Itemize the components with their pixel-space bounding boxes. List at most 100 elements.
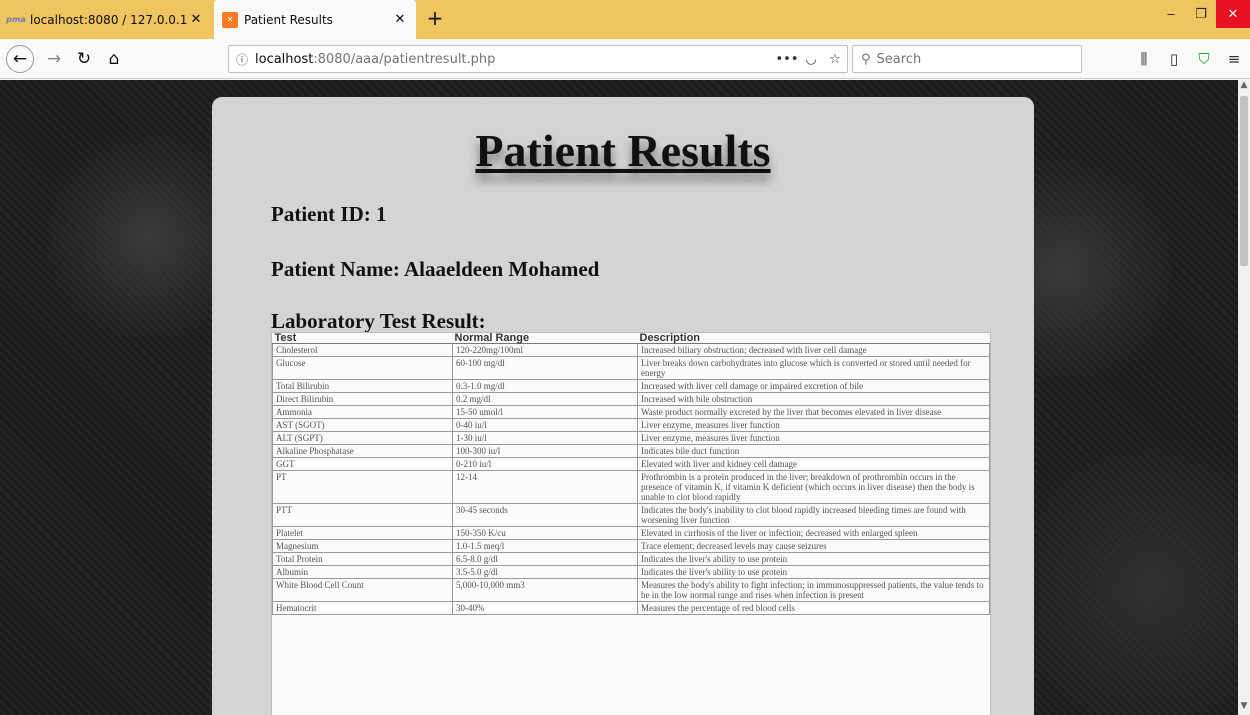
report-test-cell: Magnesium [272,539,453,553]
report-test-cell: Ammonia [272,405,453,419]
report-row: Albumin 3.5-5.0 g/dl Indicates the liver's… [272,565,990,579]
back-button[interactable]: ← [6,45,34,73]
report-range-cell: 30-40% [452,601,638,615]
navigation-bar: ← → ↻ ⌂ ⓘ localhost:8080/aaa/patientresu… [0,39,1250,79]
minimize-button[interactable]: ‒ [1156,0,1186,28]
scroll-thumb[interactable] [1240,96,1248,266]
report-range-cell: 100-300 iu/l [452,444,638,458]
report-range-cell: 5,000-10,000 mm3 [452,578,638,602]
page-title: Patient Results [475,125,771,176]
reload-button[interactable]: ↻ [70,45,98,73]
report-range-cell: 3.5-5.0 g/dl [452,565,638,579]
report-range-cell: 0.2 mg/dl [452,392,638,406]
report-row: Ammonia 15-50 umol/l Waste product normall… [272,405,990,419]
report-description-cell: Trace element; decreased levels may caus… [637,539,990,553]
report-row: AST (SGOT) 0-40 iu/l Liver enzyme, measure… [272,418,990,432]
report-test-cell: White Blood Cell Count [272,578,453,602]
tab-patient-results[interactable]: ✕ Patient Results ✕ [214,0,416,39]
library-icon[interactable]: ⫼ [1130,45,1158,73]
report-row: GGT 0-210 iu/l Elevated with liver and kid… [272,457,990,471]
patient-name: Patient Name: Alaaeldeen Mohamed [271,257,600,281]
report-description-cell: Indicates bile duct function [637,444,990,458]
report-row: PTT 30-45 seconds Indicates the body's ina… [272,503,990,527]
report-test-cell: PTT [272,503,453,527]
report-range-cell: 60-100 mg/dl [452,356,638,380]
lab-report-image: Test Normal Range Description Cholestero… [271,332,991,715]
report-description-cell: Increased with liver cell damage or impa… [637,379,990,393]
phpmyadmin-icon: pma [6,15,26,24]
report-description-cell: Liver enzyme, measures liver function [637,418,990,432]
report-test-cell: AST (SGOT) [272,418,453,432]
report-row: Total Protein 6.5-8.0 g/dl Indicates the l… [272,552,990,566]
report-row: PT 12-14 Prothrombin is a protein produced… [272,470,990,504]
report-range-cell: 0-210 iu/l [452,457,638,471]
report-range-cell: 6.5-8.0 g/dl [452,552,638,566]
pocket-icon[interactable]: ◡ [799,52,823,67]
tab-strip: pma localhost:8080 / 127.0.0.1 / test ✕ … [0,0,1250,39]
lab-report-table: Test Normal Range Description Cholestero… [272,333,990,615]
home-button[interactable]: ⌂ [100,45,128,73]
page-viewport: Patient Results Patient ID: 1 Patient Na… [0,80,1250,715]
results-card: Patient Results Patient ID: 1 Patient Na… [212,97,1034,715]
report-row: White Blood Cell Count 5,000-10,000 mm3 Me… [272,578,990,602]
report-test-cell: Glucose [272,356,453,380]
close-window-button[interactable]: ✕ [1216,0,1250,28]
report-header: Description [637,333,990,344]
report-range-cell: 120-220mg/100ml [452,343,638,357]
scroll-down-arrow-icon[interactable]: ▼ [1238,701,1250,715]
shield-icon[interactable]: ⛉ [1190,45,1218,73]
report-row: Cholesterol 120-220mg/100ml Increased bili… [272,343,990,357]
tab-title: localhost:8080 / 127.0.0.1 / test [30,12,188,27]
report-test-cell: Albumin [272,565,453,579]
report-header-row: Test Normal Range Description [272,333,990,344]
xampp-icon: ✕ [222,11,238,28]
sidebar-icon[interactable]: ▯ [1160,45,1188,73]
report-test-cell: Alkaline Phosphatase [272,444,453,458]
info-icon[interactable]: ⓘ [229,51,255,68]
close-tab-icon[interactable]: ✕ [188,12,204,27]
address-bar[interactable]: ⓘ localhost:8080/aaa/patientresult.php •… [228,45,848,73]
bookmark-star-icon[interactable]: ☆ [823,52,847,67]
report-test-cell: Cholesterol [272,343,453,357]
url-text[interactable]: localhost:8080/aaa/patientresult.php [255,52,775,67]
report-test-cell: ALT (SGPT) [272,431,453,445]
report-row: Magnesium 1.0-1.5 meq/l Trace element; dec… [272,539,990,553]
close-tab-icon[interactable]: ✕ [392,12,408,27]
report-test-cell: GGT [272,457,453,471]
report-description-cell: Measures the body's ability to fight inf… [637,578,990,602]
new-tab-button[interactable]: + [422,6,448,32]
patient-id: Patient ID: 1 [271,202,387,226]
tab-phpmyadmin[interactable]: pma localhost:8080 / 127.0.0.1 / test ✕ [0,0,212,39]
report-description-cell: Increased biliary obstruction; decreased… [637,343,990,357]
scrollbar[interactable]: ▲ ▼ [1238,80,1250,715]
search-icon: ⚲ [861,51,871,67]
report-row: ALT (SGPT) 1-30 iu/l Liver enzyme, measure… [272,431,990,445]
page-actions-icon[interactable]: ••• [775,52,799,67]
report-row: Total Bilirubin 0.3-1.0 mg/dl Increased wi… [272,379,990,393]
report-test-cell: Direct Bilirubin [272,392,453,406]
report-description-cell: Increased with bile obstruction [637,392,990,406]
report-description-cell: Liver enzyme, measures liver function [637,431,990,445]
lab-result-heading: Laboratory Test Result: [271,309,486,333]
report-description-cell: Measures the percentage of red blood cel… [637,601,990,615]
report-header: Normal Range [452,333,638,344]
search-input[interactable]: ⚲ Search [852,45,1082,73]
report-row: Glucose 60-100 mg/dl Liver breaks down car… [272,356,990,380]
report-header: Test [272,333,453,344]
report-row: Platelet 150-350 K/cu Elevated in cirrhosi… [272,526,990,540]
report-description-cell: Prothrombin is a protein produced in the… [637,470,990,504]
report-body: Cholesterol 120-220mg/100ml Increased bili… [272,343,990,615]
report-range-cell: 0.3-1.0 mg/dl [452,379,638,393]
report-description-cell: Elevated with liver and kidney cell dama… [637,457,990,471]
scroll-up-arrow-icon[interactable]: ▲ [1238,80,1250,94]
report-range-cell: 12-14 [452,470,638,504]
report-range-cell: 150-350 K/cu [452,526,638,540]
report-range-cell: 1.0-1.5 meq/l [452,539,638,553]
restore-button[interactable]: ❐ [1186,0,1216,28]
report-description-cell: Indicates the liver's ability to use pro… [637,565,990,579]
report-description-cell: Elevated in cirrhosis of the liver or in… [637,526,990,540]
report-description-cell: Liver breaks down carbohydrates into glu… [637,356,990,380]
forward-button[interactable]: → [40,45,68,73]
menu-icon[interactable]: ≡ [1220,45,1248,73]
report-description-cell: Indicates the body's inability to clot b… [637,503,990,527]
